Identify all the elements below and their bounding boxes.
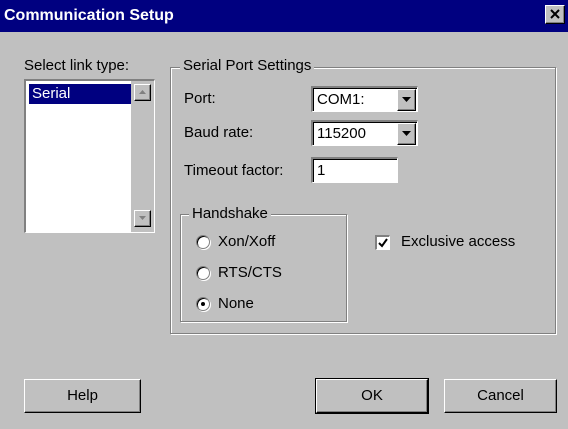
scroll-up-icon [139,90,146,94]
exclusive-access-label: Exclusive access [401,233,516,250]
listbox-scrollbar[interactable] [131,81,154,232]
link-type-label: Select link type: [24,57,130,74]
radio-selected-dot [201,302,205,306]
cancel-button[interactable]: Cancel [444,379,557,413]
timeout-factor-value: 1 [317,162,326,179]
checkmark-icon [378,238,388,248]
window-title: Communication Setup [4,7,174,24]
radio-none[interactable] [196,297,210,311]
serial-port-settings-label: Serial Port Settings [180,57,315,74]
exclusive-access-checkbox[interactable] [375,235,390,250]
communication-setup-dialog: Communication Setup Select link type: Se… [0,0,568,429]
link-type-listbox[interactable]: Serial [24,79,155,233]
handshake-label: Handshake [189,205,271,222]
close-icon [550,9,560,19]
radio-rts-cts[interactable] [196,266,210,280]
radio-none-label: None [218,295,254,312]
timeout-factor-input[interactable]: 1 [311,157,398,183]
port-dropdown-button[interactable] [397,89,416,111]
radio-xon-xoff-label: Xon/Xoff [218,233,276,250]
list-item-serial[interactable]: Serial [29,84,133,104]
chevron-down-icon [402,97,411,102]
port-combobox[interactable]: COM1: [311,86,418,112]
baud-rate-value: 115200 [317,125,366,142]
help-button[interactable]: Help [24,379,141,413]
scroll-down-icon [139,216,146,220]
baud-rate-dropdown-button[interactable] [397,123,416,145]
ok-button[interactable]: OK [315,378,429,414]
port-label: Port: [184,90,216,107]
chevron-down-icon [402,131,411,136]
timeout-factor-label: Timeout factor: [184,162,284,179]
title-bar[interactable]: Communication Setup [0,0,568,32]
scroll-up-button[interactable] [134,84,151,101]
baud-rate-combobox[interactable]: 115200 [311,120,418,146]
close-button[interactable] [545,5,565,24]
port-value: COM1: [317,91,365,108]
baud-rate-label: Baud rate: [184,124,254,141]
scroll-down-button[interactable] [134,210,151,227]
radio-xon-xoff[interactable] [196,235,210,249]
radio-rts-cts-label: RTS/CTS [218,264,282,281]
